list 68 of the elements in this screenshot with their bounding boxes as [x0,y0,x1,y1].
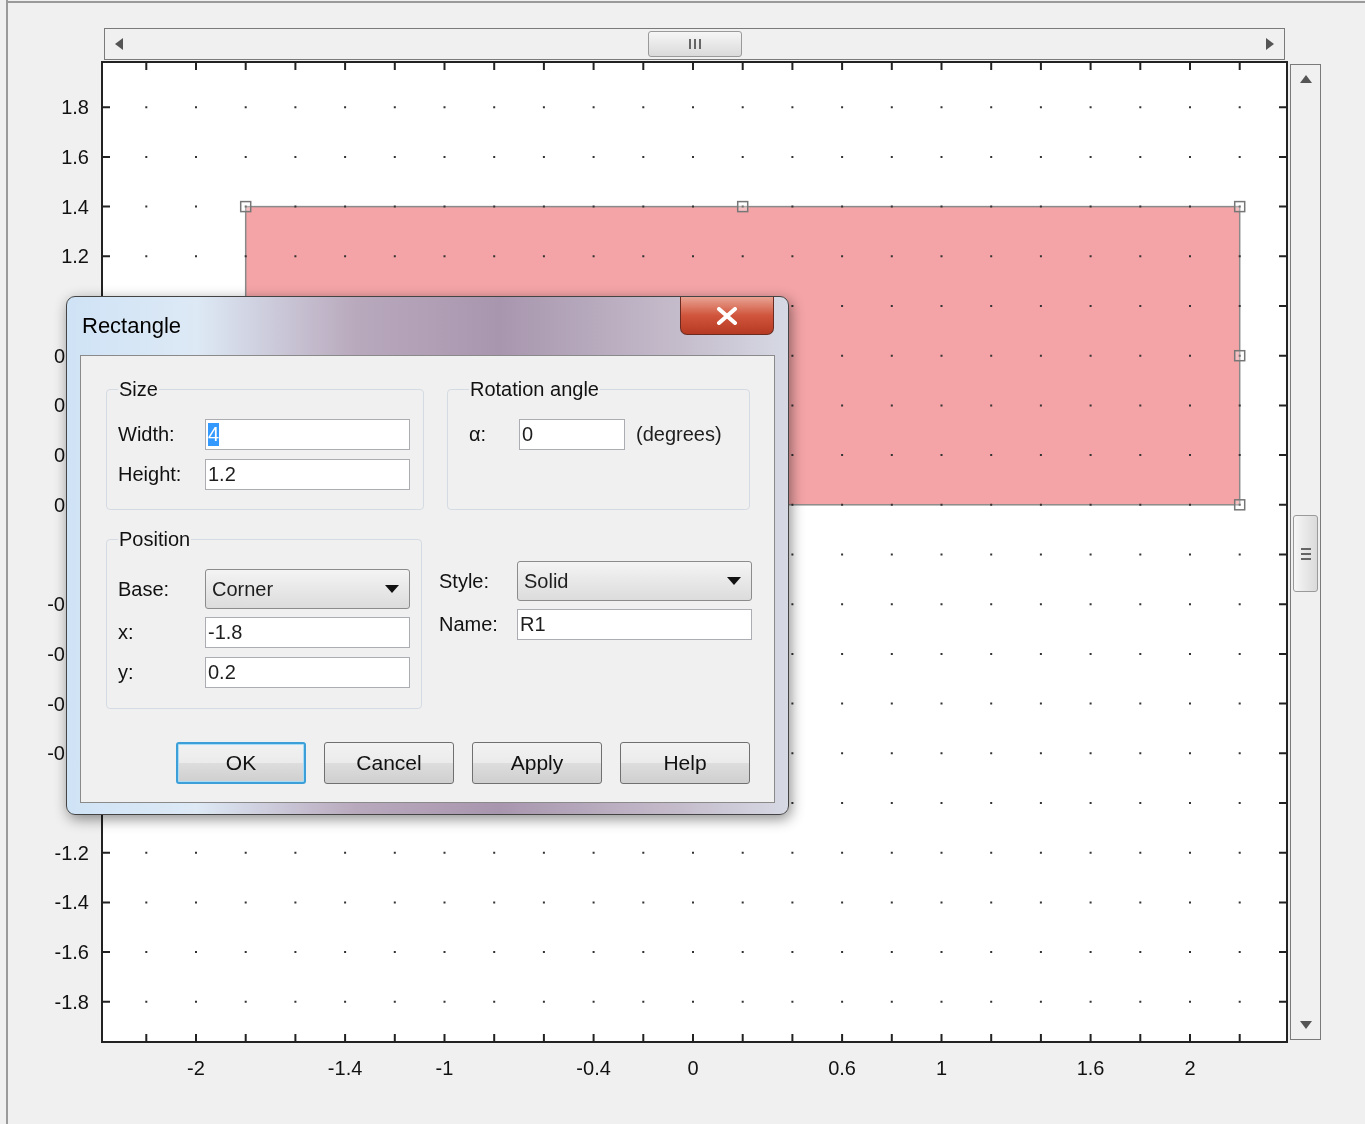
dialog-button[interactable]: Apply [472,742,602,784]
resize-handle[interactable] [736,200,749,213]
axis-label: 1.8 [60,95,89,120]
field-label: y: [118,661,135,684]
input-field[interactable]: 0 [519,419,625,450]
axis-label: 0 [52,393,65,418]
axis-label: 0 [52,343,65,368]
axis-label: 0.6 [827,1056,857,1080]
input-field[interactable]: -1.8 [205,617,410,648]
dialog-button[interactable]: Help [620,742,750,784]
scroll-thumb[interactable] [1293,515,1318,592]
axis-label: -1.8 [53,989,89,1014]
field-label: x: [118,621,135,644]
scroll-right-icon[interactable] [1266,38,1274,50]
dropdown[interactable]: Solid [517,561,752,601]
caret-icon [727,577,741,585]
axis-label: -1.4 [326,1056,364,1080]
scroll-left-icon[interactable] [115,38,123,50]
axis-label: -1.4 [53,890,89,915]
dialog-button[interactable]: Cancel [324,742,454,784]
input-field[interactable]: 0.2 [205,657,410,688]
grip-icon [688,38,702,50]
axis-label: 0 [686,1056,700,1080]
dropdown[interactable]: Corner [205,569,410,609]
resize-handle[interactable] [1233,499,1246,511]
scroll-up-icon[interactable] [1299,75,1312,83]
axis-label: 1.6 [1075,1056,1106,1080]
field-label: Base: [118,577,171,601]
window-title: Rectangle [82,313,182,339]
axis-label: 1 [934,1056,949,1080]
axis-label: -0 [46,741,65,766]
axis-label: -1.2 [53,840,89,865]
resize-handle[interactable] [1233,200,1246,213]
caret-icon [385,585,399,593]
scroll-thumb[interactable] [648,31,742,57]
input-field[interactable]: 1.2 [205,459,410,490]
group-label: Position [118,528,192,551]
group-label: Size [118,378,159,401]
input-field[interactable]: R1 [517,609,752,640]
vertical-scrollbar[interactable] [1290,64,1321,1040]
close-icon [716,306,738,325]
resize-handle[interactable] [239,200,252,213]
unit-label: (degrees) [636,423,722,446]
axis-label: -2 [186,1056,206,1080]
axis-label: -1.6 [53,940,89,965]
grip-icon [1299,546,1312,561]
axis-label: 1.2 [60,244,89,269]
resize-handle[interactable] [1233,349,1246,362]
axis-label: 0 [52,492,65,517]
axis-label: 0 [52,443,65,468]
axis-label: 1.4 [60,194,89,219]
field-label: α: [469,423,488,446]
group-label: Rotation angle [469,378,600,401]
axis-label: 2 [1183,1056,1197,1080]
close-button[interactable] [680,297,774,335]
axis-label: -0 [46,592,65,617]
axis-label: -0.4 [575,1056,612,1080]
axis-label: 1.6 [60,144,89,169]
scroll-down-icon[interactable] [1299,1021,1312,1029]
field-label: Height: [118,463,183,486]
axis-label: -1 [434,1056,455,1080]
dialog-button[interactable]: OK [176,742,306,784]
axis-label: -0 [46,691,65,716]
field-label: Width: [118,423,176,446]
horizontal-scrollbar[interactable] [104,28,1285,60]
field-label: Name: [439,613,499,636]
field-label: Style: [439,569,491,593]
axis-label: -0 [46,641,65,666]
